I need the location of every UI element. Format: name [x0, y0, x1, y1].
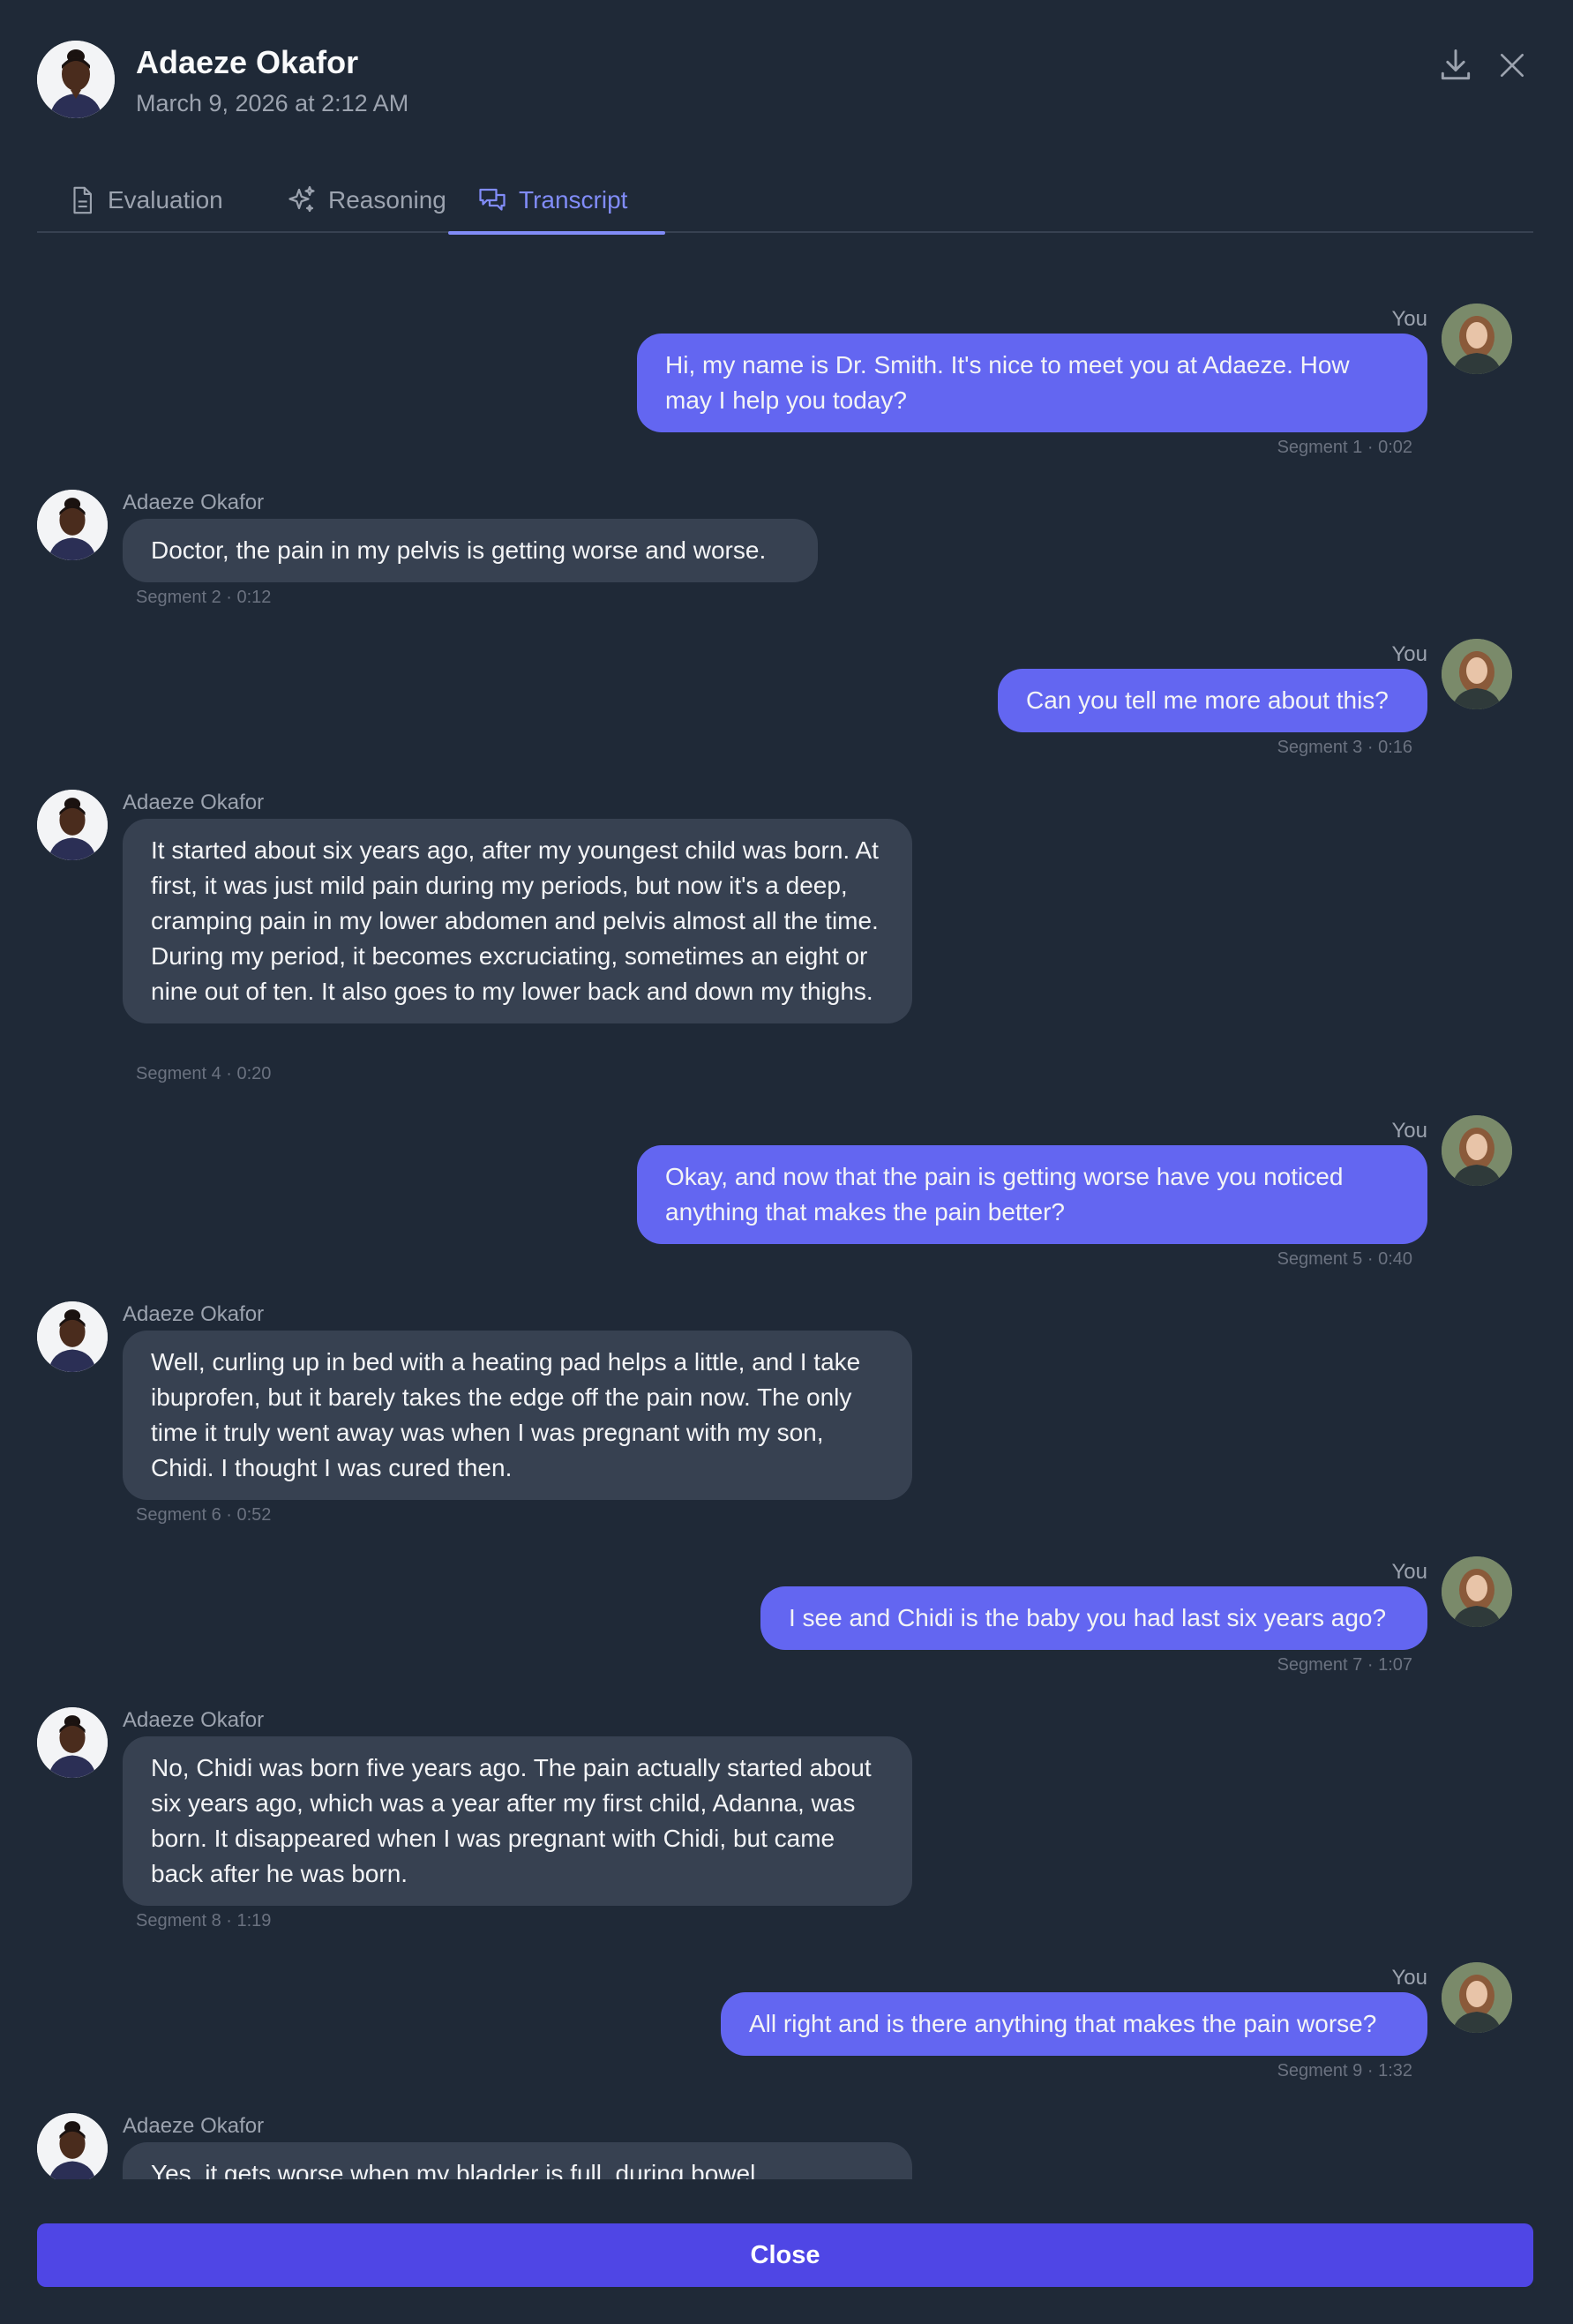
sparkles-icon [288, 185, 315, 213]
patient-message-avatar [37, 490, 108, 560]
speaker-label: Adaeze Okafor [123, 1302, 265, 1326]
message-bubble: Okay, and now that the pain is getting w… [637, 1145, 1427, 1244]
patient-message-avatar [37, 1301, 108, 1372]
close-button[interactable]: Close [37, 2223, 1533, 2287]
segment-timestamp: Segment 2 · 0:12 [136, 588, 272, 607]
user-avatar [1442, 639, 1512, 709]
patient-name: Adaeze Okafor [136, 44, 359, 80]
message-bubble: Yes, it gets worse when my bladder is fu… [123, 2142, 912, 2179]
transcript-modal: Adaeze Okafor March 9, 2026 at 2:12 AM E… [0, 0, 1573, 2324]
speaker-label: Adaeze Okafor [123, 2114, 265, 2138]
download-button[interactable] [1431, 41, 1480, 90]
document-icon [73, 186, 92, 214]
patient-avatar [37, 41, 115, 118]
speaker-label: Adaeze Okafor [123, 1708, 265, 1732]
message-bubble: I see and Chidi is the baby you had last… [760, 1586, 1427, 1650]
modal-header: Adaeze Okafor March 9, 2026 at 2:12 AM [37, 41, 1537, 120]
message-bubble: Doctor, the pain in my pelvis is getting… [123, 519, 818, 582]
patient-message-avatar [37, 790, 108, 860]
segment-timestamp: Segment 3 · 0:16 [1277, 738, 1412, 757]
message-bubble: All right and is there anything that mak… [721, 1992, 1427, 2056]
session-timestamp: March 9, 2026 at 2:12 AM [136, 90, 409, 116]
user-avatar [1442, 1115, 1512, 1186]
patient-message-avatar [37, 2113, 108, 2179]
message-bubble: No, Chidi was born five years ago. The p… [123, 1736, 912, 1906]
tab-bar: Evaluation Reasoning Transcript [37, 168, 1533, 235]
chat-bubbles-icon [479, 188, 506, 211]
speaker-label: You [1391, 642, 1428, 666]
download-icon [1441, 49, 1471, 80]
patient-message-avatar [37, 1707, 108, 1778]
message-bubble: Well, curling up in bed with a heating p… [123, 1331, 912, 1500]
segment-timestamp: Segment 5 · 0:40 [1277, 1249, 1412, 1269]
close-icon-button[interactable] [1487, 41, 1537, 90]
tab-reasoning[interactable]: Reasoning [286, 168, 446, 233]
segment-timestamp: Segment 7 · 1:07 [1277, 1655, 1412, 1675]
user-avatar [1442, 1962, 1512, 2033]
segment-timestamp: Segment 6 · 0:52 [136, 1505, 272, 1525]
transcript-message: Adaeze Okafor Doctor, the pain in my pel… [0, 235, 1573, 607]
tab-transcript-label: Transcript [519, 186, 628, 214]
speaker-label: Adaeze Okafor [123, 491, 265, 514]
tab-evaluation-label: Evaluation [108, 186, 223, 214]
tab-evaluation[interactable]: Evaluation [67, 168, 223, 233]
message-bubble: Can you tell me more about this? [998, 669, 1427, 732]
close-icon [1501, 54, 1524, 77]
transcript-scroll-area[interactable]: You Hi, my name is Dr. Smith. It's nice … [0, 235, 1573, 2179]
speaker-label: You [1391, 1119, 1428, 1143]
speaker-label: You [1391, 1560, 1428, 1584]
message-bubble: It started about six years ago, after my… [123, 819, 912, 1023]
segment-timestamp: Segment 8 · 1:19 [136, 1911, 272, 1930]
tab-reasoning-label: Reasoning [328, 186, 446, 214]
speaker-label: Adaeze Okafor [123, 791, 265, 814]
segment-timestamp: Segment 9 · 1:32 [1277, 2061, 1412, 2080]
segment-timestamp: Segment 4 · 0:20 [136, 1064, 272, 1083]
tab-transcript[interactable]: Transcript [448, 168, 665, 235]
speaker-label: You [1391, 1966, 1428, 1990]
user-avatar [1442, 1556, 1512, 1627]
